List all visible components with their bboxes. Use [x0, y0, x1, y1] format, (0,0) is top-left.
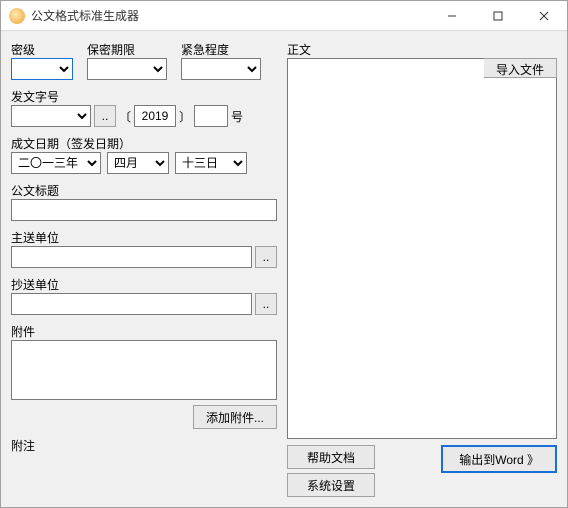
app-icon [9, 8, 25, 24]
add-attachment-button[interactable]: 添加附件... [193, 405, 277, 429]
issuedate-label: 成文日期（签发日期） [11, 135, 277, 152]
attach-label: 附件 [11, 323, 277, 340]
title-label: 公文标题 [11, 182, 277, 199]
settings-button[interactable]: 系统设置 [287, 473, 375, 497]
mainsend-label: 主送单位 [11, 229, 277, 246]
retention-select[interactable] [87, 58, 167, 80]
client-area: 密级 保密期限 紧急程度 发文字号 .. 〔 [1, 31, 567, 507]
remark-block: 附注 [11, 435, 277, 454]
import-file-button[interactable]: 导入文件 [484, 58, 557, 78]
issuedate-block: 成文日期（签发日期） 二〇一三年 四月 十三日 [11, 133, 277, 174]
secrecy-label: 密级 [11, 41, 73, 58]
docnum-block: 发文字号 .. 〔 〕 号 [11, 86, 277, 127]
close-button[interactable] [521, 1, 567, 31]
mainsend-block: 主送单位 .. [11, 227, 277, 268]
copysend-input[interactable] [11, 293, 252, 315]
urgency-select[interactable] [181, 58, 261, 80]
minimize-button[interactable] [429, 1, 475, 31]
export-word-button[interactable]: 输出到Word 》 [441, 445, 557, 473]
docnum-label: 发文字号 [11, 88, 277, 105]
remark-label: 附注 [11, 437, 277, 454]
year-select[interactable]: 二〇一三年 [11, 152, 101, 174]
day-select[interactable]: 十三日 [175, 152, 247, 174]
mainsend-browse-button[interactable]: .. [255, 246, 277, 268]
month-select[interactable]: 四月 [107, 152, 169, 174]
body-path-input[interactable] [287, 58, 484, 78]
copysend-browse-button[interactable]: .. [255, 293, 277, 315]
attach-block: 附件 添加附件... [11, 321, 277, 429]
body-textarea[interactable] [287, 78, 557, 439]
docnum-suffix: 号 [231, 108, 243, 125]
docnum-browse-button[interactable]: .. [94, 105, 116, 127]
title-input[interactable] [11, 199, 277, 221]
docnum-serial-input[interactable] [194, 105, 228, 127]
title-block: 公文标题 [11, 180, 277, 221]
maximize-button[interactable] [475, 1, 521, 31]
attach-textarea[interactable] [11, 340, 277, 400]
urgency-label: 紧急程度 [181, 41, 261, 58]
docnum-lbracket: 〔 [119, 108, 131, 125]
docnum-rbracket: 〕 [179, 108, 191, 125]
retention-label: 保密期限 [87, 41, 167, 58]
help-button[interactable]: 帮助文档 [287, 445, 375, 469]
mainsend-input[interactable] [11, 246, 252, 268]
window-title: 公文格式标准生成器 [31, 7, 139, 24]
body-wrap: 导入文件 [287, 58, 557, 439]
copysend-label: 抄送单位 [11, 276, 277, 293]
right-panel: 正文 导入文件 帮助文档 系统设置 输出到Word 》 [287, 39, 557, 497]
docnum-prefix-select[interactable] [11, 105, 91, 127]
docnum-year-input[interactable] [134, 105, 176, 127]
secrecy-select[interactable] [11, 58, 73, 80]
left-panel: 密级 保密期限 紧急程度 发文字号 .. 〔 [11, 39, 277, 497]
copysend-block: 抄送单位 .. [11, 274, 277, 315]
body-label: 正文 [287, 41, 557, 58]
titlebar: 公文格式标准生成器 [1, 1, 567, 31]
row-secrecy: 密级 保密期限 紧急程度 [11, 39, 277, 80]
bottom-row: 帮助文档 系统设置 输出到Word 》 [287, 439, 557, 497]
app-window: 公文格式标准生成器 密级 保密期限 [0, 0, 568, 508]
